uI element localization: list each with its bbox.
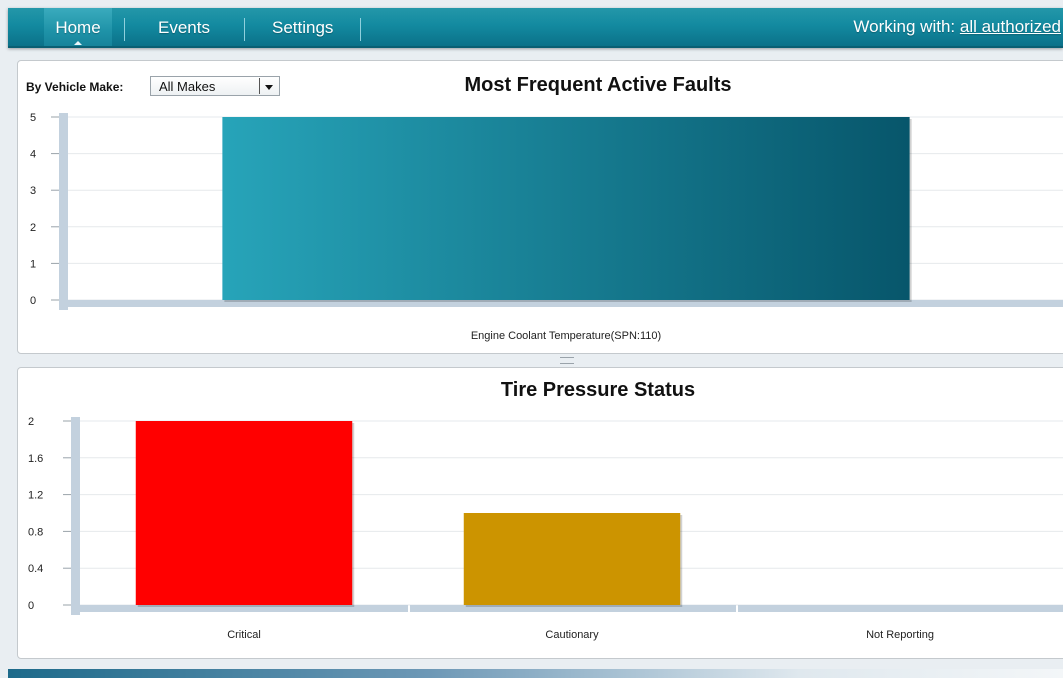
tire-bar xyxy=(135,421,353,605)
tab-settings[interactable]: Settings xyxy=(272,8,333,46)
faults-chart: 0 1 2 3 4 5 Engine Coolant Temperature(SPN:110… xyxy=(30,112,1063,342)
nav-divider xyxy=(244,18,245,41)
tire-y-tick-label: 2 xyxy=(28,416,34,428)
faults-y-tick-label: 1 xyxy=(30,258,36,270)
faults-chart-title: Most Frequent Active Faults xyxy=(464,74,732,96)
top-nav-bar: Home Events Settings Working with: all a… xyxy=(8,8,1063,48)
tab-home[interactable]: Home xyxy=(44,8,112,46)
tire-y-axis xyxy=(71,417,80,615)
faults-y-axis xyxy=(59,113,68,310)
vehicle-make-select[interactable]: All Makes xyxy=(150,76,280,96)
tire-category-label: Not Reporting xyxy=(866,629,934,641)
tire-y-tick-label: 0.4 xyxy=(28,563,43,575)
tab-events[interactable]: Events xyxy=(158,8,210,46)
tire-y-tick-label: 0 xyxy=(28,600,34,612)
vehicle-make-value: All Makes xyxy=(159,79,216,94)
dropdown-arrow-icon[interactable] xyxy=(259,78,276,94)
bottom-status-strip xyxy=(8,669,1063,678)
tire-category-label: Critical xyxy=(227,629,261,641)
working-with: Working with: all authorized xyxy=(853,8,1061,46)
tire-bar xyxy=(463,513,681,605)
nav-divider xyxy=(124,18,125,41)
tire-chart-title: Tire Pressure Status xyxy=(500,379,696,401)
tire-panel: 0 0.4 0.8 1.2 1.6 2 Critical Cautionary Not Repo… xyxy=(17,367,1063,659)
tab-home-label: Home xyxy=(55,18,101,37)
faults-y-tick-label: 0 xyxy=(30,295,36,307)
working-with-link[interactable]: all authorized xyxy=(960,17,1061,36)
faults-y-tick-label: 4 xyxy=(30,149,36,161)
faults-y-tick-label: 2 xyxy=(30,222,36,234)
faults-category-label: Engine Coolant Temperature(SPN:110) xyxy=(471,330,661,342)
panel-resize-handle[interactable] xyxy=(560,357,574,364)
tire-y-tick-label: 1.2 xyxy=(28,490,43,502)
active-tab-indicator-icon xyxy=(74,41,82,45)
nav-divider xyxy=(360,18,361,41)
tire-chart: 0 0.4 0.8 1.2 1.6 2 Critical Cautionary Not Repo… xyxy=(28,416,1063,641)
tire-y-tick-label: 0.8 xyxy=(28,526,43,538)
faults-y-tick-label: 5 xyxy=(30,112,36,124)
tire-y-tick-label: 1.6 xyxy=(28,453,43,465)
working-with-label: Working with: xyxy=(853,17,956,36)
faults-y-tick-label: 3 xyxy=(30,185,36,197)
tire-x-axis-segment xyxy=(738,605,1063,612)
faults-panel: 0 1 2 3 4 5 Engine Coolant Temperature(SPN:110… xyxy=(17,60,1063,354)
vehicle-make-label: By Vehicle Make: xyxy=(26,80,124,94)
tab-events-label: Events xyxy=(158,18,210,37)
tire-category-label: Cautionary xyxy=(545,629,599,641)
faults-bar xyxy=(222,117,910,300)
tab-settings-label: Settings xyxy=(272,18,334,37)
